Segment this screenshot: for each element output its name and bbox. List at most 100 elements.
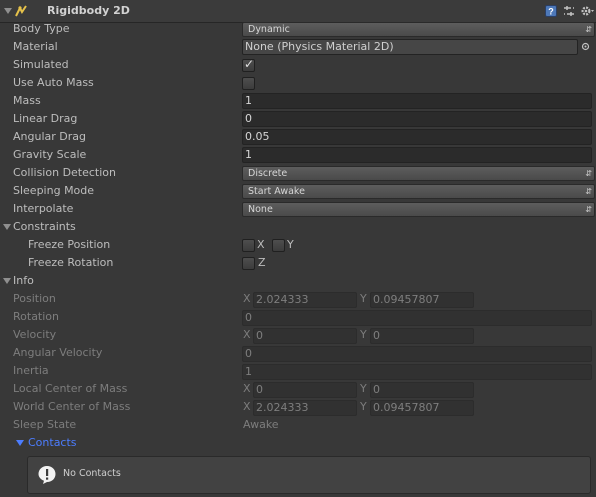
sleeping-mode-dropdown[interactable]: Start Awake ⇵ bbox=[242, 184, 595, 199]
freeze-rotation-z-label: Z bbox=[258, 256, 266, 269]
interpolate-dropdown[interactable]: None ⇵ bbox=[242, 202, 595, 217]
contacts-foldout-arrow-icon bbox=[16, 440, 24, 446]
gravity-scale-field[interactable]: 1 bbox=[242, 147, 592, 163]
info-rotation-label: Rotation bbox=[13, 310, 60, 323]
position-x-field: 2.024333 bbox=[253, 292, 357, 308]
collision-detection-label: Collision Detection bbox=[13, 166, 117, 179]
info-velocity-label: Velocity bbox=[13, 328, 57, 341]
use-auto-mass-label: Use Auto Mass bbox=[13, 76, 94, 89]
mass-label[interactable]: Mass bbox=[13, 93, 41, 109]
info-foldout-arrow-icon[interactable] bbox=[3, 278, 11, 284]
freeze-position-y-checkbox[interactable] bbox=[272, 239, 285, 252]
local-com-x-field: 0 bbox=[253, 382, 357, 398]
linear-drag-label[interactable]: Linear Drag bbox=[13, 111, 77, 127]
position-y-value: 0.09457807 bbox=[373, 293, 440, 306]
info-inertia-label: Inertia bbox=[13, 364, 49, 377]
freeze-position-label: Freeze Position bbox=[28, 238, 111, 251]
position-y-label: Y bbox=[360, 292, 367, 305]
linear-drag-value: 0 bbox=[245, 112, 252, 125]
info-angular-velocity-label: Angular Velocity bbox=[13, 346, 103, 359]
component-foldout-arrow-icon[interactable] bbox=[4, 8, 12, 14]
angular-drag-value: 0.05 bbox=[245, 130, 270, 143]
local-com-x-value: 0 bbox=[256, 383, 263, 396]
dropdown-arrow-icon: ⇵ bbox=[585, 205, 592, 214]
inertia-value: 1 bbox=[245, 365, 252, 378]
mass-value: 1 bbox=[245, 94, 252, 107]
gravity-scale-label[interactable]: Gravity Scale bbox=[13, 147, 86, 163]
info-label[interactable]: Info bbox=[13, 273, 34, 289]
velocity-x-field: 0 bbox=[253, 328, 357, 344]
velocity-x-value: 0 bbox=[256, 329, 263, 342]
info-position-label: Position bbox=[13, 292, 56, 305]
info-sleep-state-label: Sleep State bbox=[13, 418, 77, 431]
position-y-field: 0.09457807 bbox=[370, 292, 474, 308]
velocity-y-label: Y bbox=[360, 328, 367, 341]
info-message-icon bbox=[38, 466, 56, 484]
world-com-y-label: Y bbox=[360, 400, 367, 413]
collision-detection-value: Discrete bbox=[248, 168, 288, 179]
freeze-position-x-checkbox[interactable] bbox=[242, 239, 255, 252]
world-com-x-field: 2.024333 bbox=[253, 400, 357, 416]
checkmark-icon: ✓ bbox=[244, 57, 255, 71]
rigidbody2d-icon bbox=[15, 5, 27, 17]
component-title: Rigidbody 2D bbox=[47, 4, 130, 17]
use-auto-mass-checkbox[interactable] bbox=[242, 77, 255, 90]
angular-drag-field[interactable]: 0.05 bbox=[242, 129, 592, 145]
freeze-rotation-label: Freeze Rotation bbox=[28, 256, 114, 269]
local-com-y-label: Y bbox=[360, 382, 367, 395]
linear-drag-field[interactable]: 0 bbox=[242, 111, 592, 127]
info-world-center-of-mass-label: World Center of Mass bbox=[13, 400, 131, 413]
gear-icon[interactable] bbox=[580, 5, 594, 17]
constraints-label[interactable]: Constraints bbox=[13, 219, 76, 235]
rotation-value: 0 bbox=[245, 311, 252, 324]
gravity-scale-value: 1 bbox=[245, 148, 252, 161]
material-value: None (Physics Material 2D) bbox=[245, 40, 394, 53]
simulated-label: Simulated bbox=[13, 58, 69, 71]
dropdown-arrow-icon: ⇵ bbox=[585, 25, 592, 34]
angular-velocity-value: 0 bbox=[245, 347, 252, 360]
contacts-label: Contacts bbox=[28, 436, 77, 449]
velocity-x-label: X bbox=[243, 328, 251, 341]
body-type-dropdown[interactable]: Dynamic ⇵ bbox=[242, 22, 595, 37]
help-icon[interactable]: ? bbox=[545, 5, 557, 17]
local-com-x-label: X bbox=[243, 382, 251, 395]
interpolate-label: Interpolate bbox=[13, 202, 74, 215]
world-com-x-value: 2.024333 bbox=[256, 401, 309, 414]
body-type-value: Dynamic bbox=[248, 24, 290, 35]
world-com-y-value: 0.09457807 bbox=[373, 401, 440, 414]
svg-text:?: ? bbox=[548, 7, 554, 17]
world-com-x-label: X bbox=[243, 400, 251, 413]
sleeping-mode-label: Sleeping Mode bbox=[13, 184, 95, 197]
freeze-position-y-label: Y bbox=[287, 238, 294, 251]
sleep-state-value: Awake bbox=[243, 418, 279, 431]
info-local-center-of-mass-label: Local Center of Mass bbox=[13, 382, 128, 395]
sleeping-mode-value: Start Awake bbox=[248, 186, 305, 197]
material-object-field[interactable]: None (Physics Material 2D) bbox=[242, 39, 578, 55]
component-header: Rigidbody 2D ? bbox=[0, 0, 596, 23]
velocity-y-value: 0 bbox=[373, 329, 380, 342]
body-type-label: Body Type bbox=[13, 22, 70, 35]
dropdown-arrow-icon: ⇵ bbox=[585, 187, 592, 196]
freeze-position-x-label: X bbox=[257, 238, 265, 251]
position-x-label: X bbox=[243, 292, 251, 305]
material-label: Material bbox=[13, 40, 58, 53]
mass-field[interactable]: 1 bbox=[242, 93, 592, 109]
freeze-rotation-z-checkbox[interactable] bbox=[242, 257, 255, 270]
simulated-checkbox[interactable]: ✓ bbox=[242, 57, 255, 72]
preset-icon[interactable] bbox=[563, 5, 575, 17]
no-contacts-text: No Contacts bbox=[63, 468, 121, 479]
rotation-field: 0 bbox=[242, 310, 592, 326]
position-x-value: 2.024333 bbox=[256, 293, 309, 306]
interpolate-value: None bbox=[248, 204, 273, 215]
constraints-foldout-arrow-icon[interactable] bbox=[3, 224, 11, 230]
inertia-field: 1 bbox=[242, 364, 592, 380]
dropdown-arrow-icon: ⇵ bbox=[585, 169, 592, 178]
local-com-y-value: 0 bbox=[373, 383, 380, 396]
no-contacts-helpbox: No Contacts bbox=[27, 456, 591, 494]
velocity-y-field: 0 bbox=[370, 328, 474, 344]
world-com-y-field: 0.09457807 bbox=[370, 400, 474, 416]
object-picker-icon[interactable] bbox=[581, 42, 590, 51]
collision-detection-dropdown[interactable]: Discrete ⇵ bbox=[242, 166, 595, 181]
angular-drag-label[interactable]: Angular Drag bbox=[13, 129, 86, 145]
angular-velocity-field: 0 bbox=[242, 346, 592, 362]
